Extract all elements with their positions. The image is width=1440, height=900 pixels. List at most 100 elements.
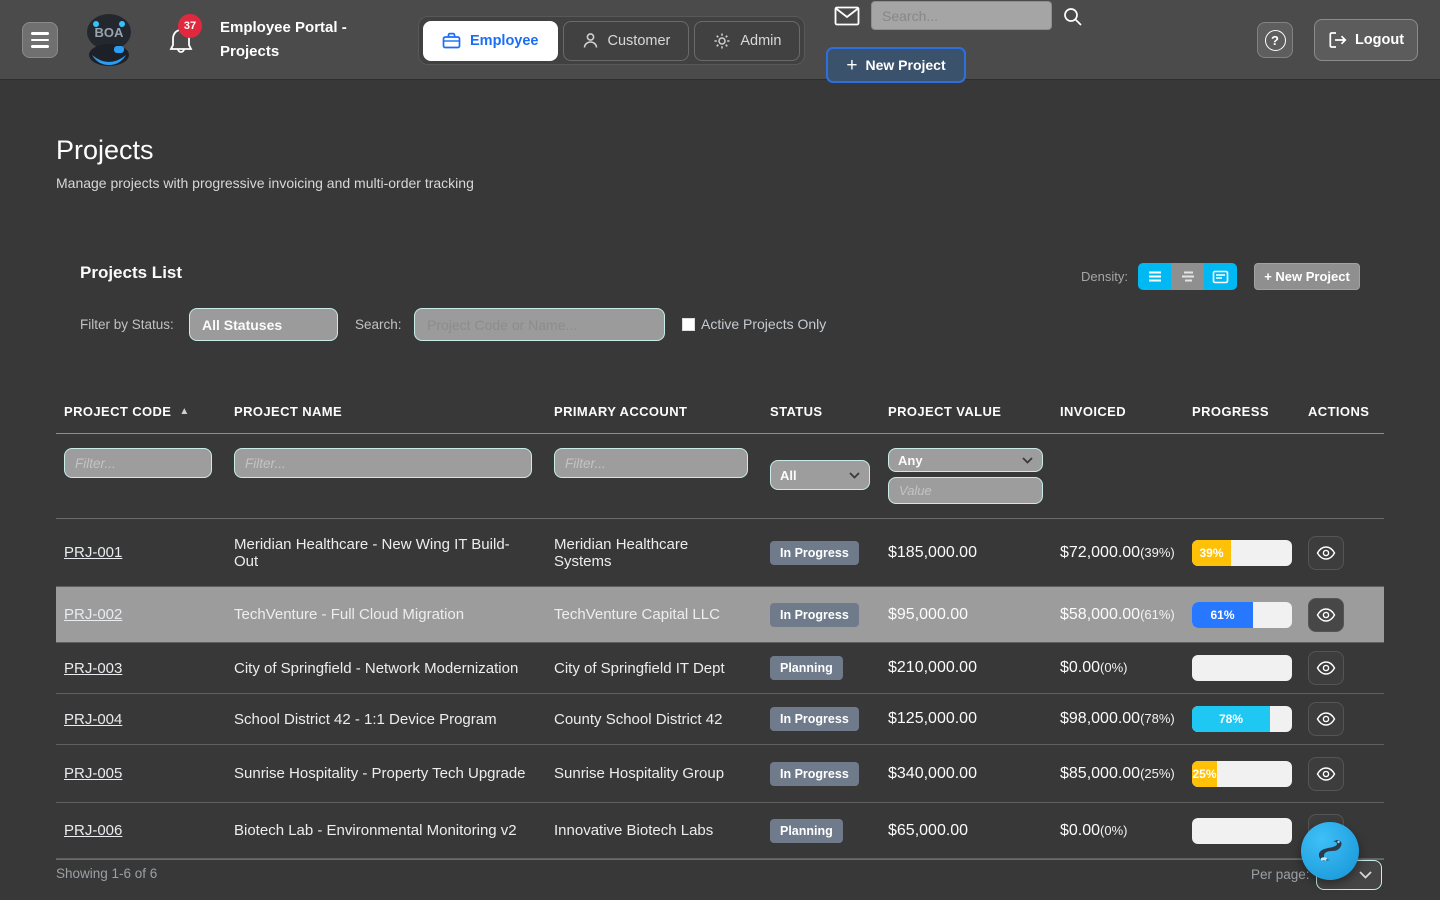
eye-icon: [1316, 546, 1336, 560]
chevron-down-icon: [849, 472, 860, 479]
invoiced-amount: $98,000.00: [1060, 710, 1140, 727]
density-compact-icon: [1147, 270, 1163, 283]
density-toggle-group: [1138, 263, 1237, 290]
table-header-row: PROJECT CODE▲ PROJECT NAME PRIMARY ACCOU…: [56, 398, 1384, 434]
density-expanded-button[interactable]: [1204, 263, 1237, 290]
mail-icon[interactable]: [834, 6, 860, 31]
invoiced-percent: (39%): [1140, 545, 1175, 560]
active-projects-only-toggle[interactable]: Active Projects Only: [682, 316, 826, 332]
project-code-link[interactable]: PRJ-005: [64, 765, 122, 782]
density-comfortable-button[interactable]: [1171, 263, 1204, 290]
page-title: Projects: [56, 135, 154, 166]
view-project-button[interactable]: [1308, 702, 1344, 736]
global-search-input[interactable]: [871, 1, 1052, 30]
status-badge: In Progress: [770, 762, 859, 786]
notification-count-badge: 37: [178, 14, 202, 38]
col-header-invoiced[interactable]: INVOICED: [1052, 404, 1184, 419]
boa-logo: BOA: [84, 10, 134, 70]
tab-employee-label: Employee: [470, 33, 539, 49]
view-project-button[interactable]: [1308, 651, 1344, 685]
table-row[interactable]: PRJ-004 School District 42 - 1:1 Device …: [56, 694, 1384, 745]
status-badge: Planning: [770, 819, 843, 843]
table-row[interactable]: PRJ-002 TechVenture - Full Cloud Migrati…: [56, 587, 1384, 643]
progress-fill: 39%: [1192, 540, 1231, 566]
table-row[interactable]: PRJ-005 Sunrise Hospitality - Property T…: [56, 745, 1384, 803]
filter-by-status-label: Filter by Status:: [80, 317, 174, 332]
table-row[interactable]: PRJ-006 Biotech Lab - Environmental Moni…: [56, 803, 1384, 859]
status-filter-value: All Statuses: [202, 317, 282, 333]
new-project-button-list[interactable]: + New Project: [1254, 263, 1360, 290]
project-code-link[interactable]: PRJ-006: [64, 822, 122, 839]
density-label: Density:: [1081, 269, 1128, 284]
density-expanded-icon: [1212, 270, 1229, 284]
project-code-link[interactable]: PRJ-001: [64, 544, 122, 561]
project-code-link[interactable]: PRJ-003: [64, 660, 122, 677]
logout-label: Logout: [1355, 32, 1404, 48]
svg-text:BOA: BOA: [95, 25, 125, 40]
col-header-primary-account[interactable]: PRIMARY ACCOUNT: [546, 404, 762, 419]
primary-account: City of Springfield IT Dept: [546, 652, 762, 685]
progress-bar: 39%: [1192, 540, 1292, 566]
eye-icon: [1316, 712, 1336, 726]
density-comfortable-icon: [1180, 270, 1196, 283]
project-name: City of Springfield - Network Modernizat…: [226, 652, 546, 685]
view-project-button[interactable]: [1308, 598, 1344, 632]
project-name: Biotech Lab - Environmental Monitoring v…: [226, 814, 546, 847]
progress-bar: 61%: [1192, 602, 1292, 628]
project-value: $210,000.00: [880, 651, 1052, 685]
notifications-button[interactable]: 37: [168, 26, 202, 60]
chevron-down-icon: [1359, 871, 1372, 879]
page-subtitle: Manage projects with progressive invoici…: [56, 175, 474, 191]
density-compact-button[interactable]: [1138, 263, 1171, 290]
table-row[interactable]: PRJ-003 City of Springfield - Network Mo…: [56, 643, 1384, 694]
logout-button[interactable]: Logout: [1314, 19, 1418, 61]
tab-admin[interactable]: Admin: [694, 21, 800, 61]
col-header-project-code[interactable]: PROJECT CODE▲: [56, 404, 226, 419]
portal-tab-group: Employee Customer Admin: [418, 16, 805, 65]
question-mark-icon: ?: [1265, 30, 1286, 51]
progress-bar: 78%: [1192, 706, 1292, 732]
active-only-label: Active Projects Only: [701, 316, 826, 332]
project-search-input[interactable]: [414, 308, 665, 341]
filter-value-input[interactable]: [888, 477, 1043, 504]
logout-icon: [1328, 31, 1347, 49]
projects-list-title: Projects List: [80, 263, 182, 283]
eye-icon: [1316, 661, 1336, 675]
tab-customer[interactable]: Customer: [563, 21, 690, 61]
eye-icon: [1316, 608, 1336, 622]
col-header-project-value[interactable]: PROJECT VALUE: [880, 404, 1052, 419]
search-label: Search:: [355, 317, 402, 332]
help-button[interactable]: ?: [1257, 22, 1293, 58]
assistant-floating-button[interactable]: [1301, 822, 1359, 880]
table-filter-row: All Any: [56, 434, 1384, 519]
progress-bar: 25%: [1192, 761, 1292, 787]
view-project-button[interactable]: [1308, 536, 1344, 570]
col-header-progress[interactable]: PROGRESS: [1184, 404, 1300, 419]
briefcase-icon: [442, 32, 461, 49]
new-project-button-header[interactable]: + New Project: [826, 47, 966, 83]
invoiced-amount: $0.00: [1060, 659, 1100, 676]
tab-employee[interactable]: Employee: [423, 21, 558, 61]
project-name: School District 42 - 1:1 Device Program: [226, 703, 546, 736]
project-code-link[interactable]: PRJ-002: [64, 606, 122, 623]
active-only-checkbox[interactable]: [682, 318, 695, 331]
filter-value-operator-select[interactable]: Any: [888, 448, 1043, 472]
col-header-project-name[interactable]: PROJECT NAME: [226, 404, 546, 419]
col-header-status[interactable]: STATUS: [762, 404, 880, 419]
project-name: Sunrise Hospitality - Property Tech Upgr…: [226, 757, 546, 790]
primary-account: County School District 42: [546, 703, 762, 736]
results-count: Showing 1-6 of 6: [56, 866, 157, 881]
project-code-link[interactable]: PRJ-004: [64, 711, 122, 728]
filter-status-select[interactable]: All: [770, 460, 870, 490]
hamburger-menu-button[interactable]: [22, 22, 58, 58]
filter-name-input[interactable]: [234, 448, 532, 478]
app-header: BOA 37 Employee Portal - Projects Employ…: [0, 0, 1440, 80]
invoiced-percent: (25%): [1140, 766, 1175, 781]
filter-code-input[interactable]: [64, 448, 212, 478]
status-filter-select[interactable]: All Statuses: [189, 308, 338, 341]
primary-account: Sunrise Hospitality Group: [546, 757, 762, 790]
view-project-button[interactable]: [1308, 757, 1344, 791]
table-row[interactable]: PRJ-001 Meridian Healthcare - New Wing I…: [56, 519, 1384, 587]
filter-account-input[interactable]: [554, 448, 748, 478]
search-icon[interactable]: [1062, 6, 1084, 33]
